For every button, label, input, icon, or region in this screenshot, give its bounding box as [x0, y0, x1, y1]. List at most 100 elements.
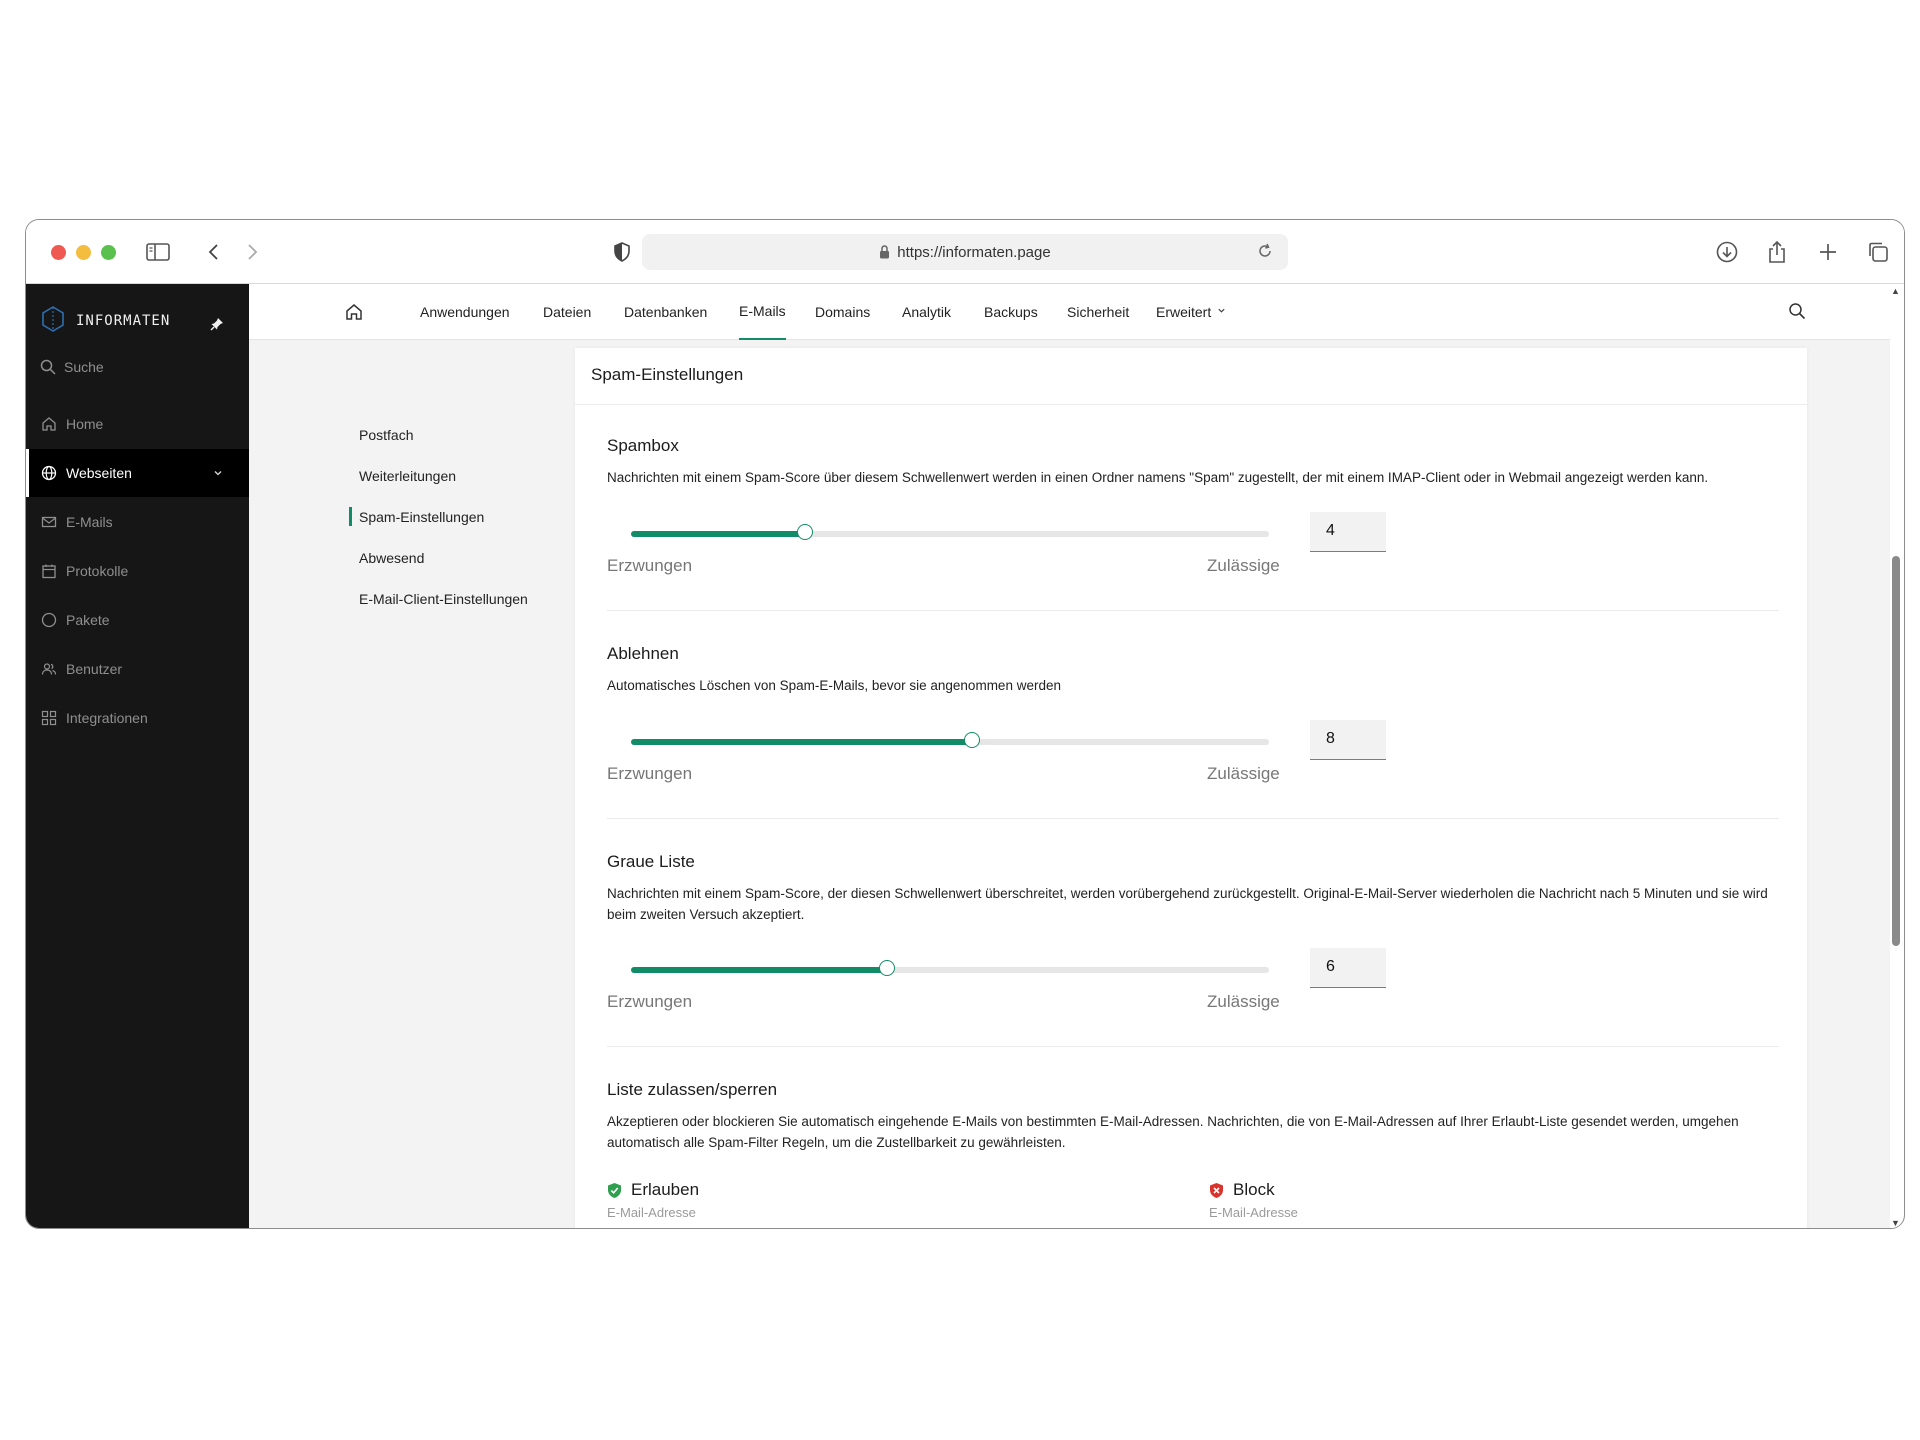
brand[interactable]: INFORMATEN [40, 305, 170, 336]
close-window-button[interactable] [51, 245, 66, 260]
slider-fill [631, 967, 888, 973]
spambox-slider[interactable] [631, 524, 1269, 540]
sidebar-item-pakete[interactable]: Pakete [26, 596, 249, 644]
tab-label: Datenbanken [624, 304, 708, 320]
sidebar-search[interactable]: Suche [40, 359, 104, 375]
tab-overview-icon[interactable] [1864, 238, 1892, 266]
search-icon[interactable] [1788, 302, 1808, 322]
graue-liste-value-input[interactable]: 6 [1310, 948, 1386, 988]
minimize-window-button[interactable] [76, 245, 91, 260]
allow-list-header: Erlauben [607, 1180, 699, 1200]
slider-thumb[interactable] [797, 524, 814, 540]
graue-liste-slider[interactable] [631, 960, 1269, 976]
slider-thumb[interactable] [879, 960, 896, 976]
tab-label: Dateien [543, 304, 592, 320]
section-title-liste: Liste zulassen/sperren [607, 1080, 778, 1099]
slider-label-right: Zulässige [1207, 764, 1280, 783]
tab-label: Backups [984, 304, 1038, 320]
tab-label: Analytik [902, 304, 952, 320]
sidebar-item-protokolle[interactable]: Protokolle [26, 547, 249, 595]
tab-backups[interactable]: Backups [984, 284, 1038, 340]
circle-icon [40, 611, 58, 629]
pin-icon[interactable] [210, 317, 224, 331]
block-email-label: E-Mail-Adresse [1209, 1205, 1298, 1220]
tab-label: E-Mails [739, 303, 786, 319]
sidebar-item-emails[interactable]: E-Mails [26, 498, 249, 546]
app-sidebar: INFORMATEN Suche Home Webseiten E-Mails … [26, 284, 249, 1228]
tab-sicherheit[interactable]: Sicherheit [1067, 284, 1129, 340]
sidebar-item-benutzer[interactable]: Benutzer [26, 645, 249, 693]
globe-icon [40, 464, 58, 482]
tab-erweitert[interactable]: Erweitert [1156, 284, 1226, 340]
section-title-spambox: Spambox [607, 436, 679, 455]
forward-icon[interactable] [239, 238, 267, 266]
slider-label-left: Erzwungen [607, 992, 693, 1011]
block-label: Block [1233, 1180, 1275, 1199]
sidebar-item-home[interactable]: Home [26, 400, 249, 448]
grid-icon [40, 709, 58, 727]
zoom-window-button[interactable] [101, 245, 116, 260]
sidebar-item-label: Webseiten [66, 465, 132, 481]
slider-thumb[interactable] [963, 732, 980, 748]
tab-datenbanken[interactable]: Datenbanken [624, 284, 707, 340]
main-content: Postfach Weiterleitungen Spam-Einstellun… [249, 340, 1896, 1228]
home-icon [40, 415, 58, 433]
sidebar-item-label: Protokolle [66, 563, 129, 579]
scroll-down-icon[interactable]: ▼ [1891, 1218, 1900, 1228]
subnav-item-abwesend[interactable]: Abwesend [359, 550, 424, 566]
scrollbar-thumb[interactable] [1892, 556, 1900, 946]
sidebar-item-label: Pakete [66, 612, 110, 628]
sidebar-item-webseiten[interactable]: Webseiten [26, 449, 249, 497]
chevron-down-icon [1217, 306, 1226, 318]
browser-toolbar: https://informaten.page [26, 220, 1904, 284]
card-title: Spam-Einstellungen [591, 365, 744, 384]
mail-icon [40, 513, 58, 531]
scroll-up-icon[interactable]: ▲ [1891, 286, 1900, 296]
spambox-value-input[interactable]: 4 [1310, 512, 1386, 552]
home-icon[interactable] [344, 302, 364, 322]
tab-domains[interactable]: Domains [815, 284, 870, 340]
allow-label: Erlauben [631, 1180, 700, 1199]
slider-label-right: Zulässige [1207, 992, 1280, 1011]
block-list-header: Block [1209, 1180, 1275, 1200]
tab-label: Sicherheit [1067, 304, 1130, 320]
ablehnen-slider[interactable] [631, 732, 1269, 748]
slider-fill [631, 739, 972, 745]
slider-label-left: Erzwungen [607, 764, 693, 783]
share-icon[interactable] [1763, 238, 1791, 266]
download-icon[interactable] [1713, 238, 1741, 266]
sidebar-item-integrationen[interactable]: Integrationen [26, 694, 249, 742]
tab-label: Domains [815, 304, 871, 320]
page-scrollbar[interactable]: ▲ ▼ [1890, 284, 1902, 1228]
section-title-ablehnen: Ablehnen [607, 644, 679, 663]
shield-x-icon [1209, 1182, 1224, 1199]
subnav-item-postfach[interactable]: Postfach [359, 427, 413, 443]
tab-anwendungen[interactable]: Anwendungen [420, 284, 510, 340]
tab-emails[interactable]: E-Mails [739, 284, 786, 340]
back-icon[interactable] [199, 238, 227, 266]
tab-analytik[interactable]: Analytik [902, 284, 951, 340]
allow-email-label: E-Mail-Adresse [607, 1205, 696, 1220]
sidebar-toggle-icon[interactable] [144, 238, 172, 266]
address-bar[interactable]: https://informaten.page [642, 234, 1288, 270]
tab-dateien[interactable]: Dateien [543, 284, 591, 340]
tab-label: Erweitert [1156, 304, 1212, 320]
privacy-shield-icon[interactable] [608, 238, 636, 266]
reload-icon[interactable] [1256, 242, 1276, 262]
new-tab-icon[interactable] [1814, 238, 1842, 266]
section-description: Nachrichten mit einem Spam-Score über di… [607, 470, 1709, 485]
divider [575, 404, 1807, 405]
divider [607, 1046, 1779, 1047]
sidebar-search-label: Suche [64, 359, 104, 375]
tab-label: Anwendungen [420, 304, 510, 320]
chevron-down-icon[interactable] [213, 465, 223, 481]
subnav-item-spam-einstellungen[interactable]: Spam-Einstellungen [348, 507, 484, 526]
sidebar-item-label: Home [66, 416, 104, 432]
users-icon [40, 660, 58, 678]
subnav-item-email-client-einstellungen[interactable]: E-Mail-Client-Einstellungen [359, 591, 528, 607]
lock-icon [879, 245, 891, 259]
section-description: Nachrichten mit einem Spam-Score, der di… [607, 886, 1768, 922]
ablehnen-value-input[interactable]: 8 [1310, 720, 1386, 760]
divider [607, 610, 1779, 611]
subnav-item-weiterleitungen[interactable]: Weiterleitungen [359, 468, 456, 484]
